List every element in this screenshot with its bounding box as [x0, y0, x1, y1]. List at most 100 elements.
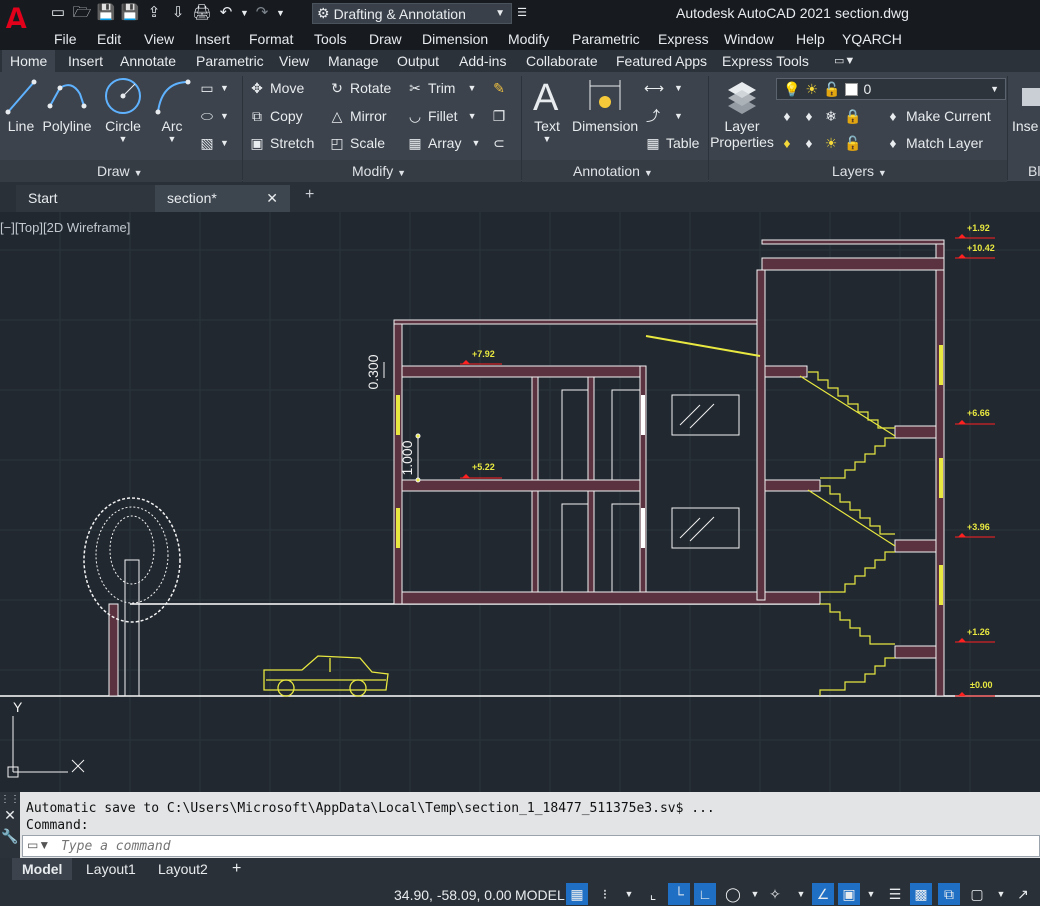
mirror-tool[interactable]: △ Mirror: [328, 106, 387, 126]
menu-draw[interactable]: Draw: [369, 31, 402, 47]
tab-express-tools[interactable]: Express Tools: [714, 50, 817, 72]
new-tab-plus-icon[interactable]: +: [305, 186, 314, 204]
array-tool[interactable]: ▦ Array ▼: [406, 133, 480, 153]
file-tab-section[interactable]: section* ✕: [155, 185, 290, 212]
text-tool[interactable]: A Text ▼: [528, 76, 566, 144]
leader-tool[interactable]: ⤴ ▼: [644, 106, 683, 126]
chevron-down-icon[interactable]: ▼: [790, 883, 812, 905]
tab-annotate[interactable]: Annotate: [112, 50, 184, 72]
menu-modify[interactable]: Modify: [508, 31, 549, 47]
copy-tool[interactable]: ⧉ Copy: [248, 106, 303, 126]
menu-edit[interactable]: Edit: [97, 31, 121, 47]
menu-tools[interactable]: Tools: [314, 31, 347, 47]
save-to-web-icon[interactable]: ⇩: [168, 3, 188, 23]
ucs-dynamic-icon[interactable]: ↗: [1012, 883, 1034, 905]
drawing-svg[interactable]: 0.300 1.000 +7.92 +5.22 +1.92 +10.42 +6.…: [0, 212, 1040, 792]
chevron-down-icon[interactable]: ▼: [618, 883, 640, 905]
viewport-controls[interactable]: [−][Top][2D Wireframe]: [0, 220, 130, 235]
infer-constraints-icon[interactable]: ⌞: [642, 883, 664, 905]
menu-help[interactable]: Help: [796, 31, 825, 47]
dimension-tool[interactable]: Dimension: [572, 76, 638, 134]
layer-properties-tool[interactable]: Layer Properties: [710, 76, 774, 150]
layer-dropdown[interactable]: 💡 ☀ 🔓 0 ▼: [776, 78, 1006, 100]
erase-tool[interactable]: ✎: [490, 78, 508, 98]
tab-layout2[interactable]: Layout2: [148, 858, 218, 880]
command-prompt-icon[interactable]: ▭▼: [27, 838, 50, 852]
menu-yqarch[interactable]: YQARCH: [842, 31, 902, 47]
menu-insert[interactable]: Insert: [195, 31, 230, 47]
arc-tool[interactable]: Arc ▼: [152, 76, 192, 144]
insert-block-tool[interactable]: Inse: [1012, 76, 1040, 134]
dynamic-input-icon[interactable]: └: [668, 883, 690, 905]
tab-view[interactable]: View: [271, 50, 317, 72]
tab-output[interactable]: Output: [389, 50, 447, 72]
undo-icon[interactable]: ↶: [216, 3, 236, 23]
hatch-tool[interactable]: ▧ ▼: [198, 133, 229, 153]
layer-tools-row-2[interactable]: ♦ ♦ ☀ 🔓: [778, 133, 862, 153]
redo-dropdown-icon[interactable]: ▼: [276, 3, 285, 23]
linear-dim-tool[interactable]: ⟷ ▼: [644, 78, 683, 98]
menu-format[interactable]: Format: [249, 31, 293, 47]
circle-tool[interactable]: Circle ▼: [100, 76, 146, 144]
scale-tool[interactable]: ◰ Scale: [328, 133, 385, 153]
tab-featured-apps[interactable]: Featured Apps: [608, 50, 715, 72]
command-input-box[interactable]: ▭▼: [22, 835, 1040, 857]
file-tab-start[interactable]: Start: [16, 185, 156, 212]
tab-model[interactable]: Model: [12, 858, 73, 880]
drawing-canvas[interactable]: 0.300 1.000 +7.92 +5.22 +1.92 +10.42 +6.…: [0, 212, 1040, 792]
wrench-icon[interactable]: 🔧: [0, 828, 20, 845]
isodraft-icon[interactable]: ✧: [764, 883, 786, 905]
tab-insert[interactable]: Insert: [60, 50, 111, 72]
ribbon-minimize-icon[interactable]: ▭▼: [826, 50, 862, 72]
tab-layout1[interactable]: Layout1: [76, 858, 146, 880]
modify-panel-title[interactable]: Modify ▼: [352, 163, 406, 179]
lineweight-icon[interactable]: ☰: [884, 883, 906, 905]
coordinate-readout[interactable]: 34.90, -58.09, 0.00: [394, 887, 512, 903]
model-space-button[interactable]: MODEL: [515, 887, 565, 903]
stretch-tool[interactable]: ▣ Stretch: [248, 133, 314, 153]
workspace-switcher[interactable]: ⚙ Drafting & Annotation ▼: [312, 3, 512, 24]
tab-collaborate[interactable]: Collaborate: [518, 50, 606, 72]
circle-dropdown-icon[interactable]: ▼: [100, 134, 146, 144]
menu-express[interactable]: Express: [658, 31, 709, 47]
table-tool[interactable]: ▦ Table: [644, 133, 699, 153]
tab-parametric[interactable]: Parametric: [188, 50, 272, 72]
layer-tools-row-1[interactable]: ♦ ♦ ❄ 🔒: [778, 106, 862, 126]
arc-dropdown-icon[interactable]: ▼: [152, 134, 192, 144]
snap-icon[interactable]: ⁝: [594, 883, 616, 905]
ellipse-tool[interactable]: ⬭ ▼: [198, 106, 229, 126]
offset-tool[interactable]: ⊂: [490, 133, 508, 153]
layers-panel-title[interactable]: Layers ▼: [832, 163, 887, 179]
grid-icon[interactable]: ▦: [566, 883, 588, 905]
undo-dropdown-icon[interactable]: ▼: [240, 3, 249, 23]
rotate-tool[interactable]: ↻ Rotate: [328, 78, 391, 98]
close-icon[interactable]: ✕: [0, 807, 20, 824]
tab-manage[interactable]: Manage: [320, 50, 387, 72]
match-layer-tool[interactable]: ♦ Match Layer: [884, 133, 983, 153]
command-line-handle[interactable]: ⋮⋮ ✕ 🔧: [0, 792, 20, 858]
object-snap-icon[interactable]: ▣: [838, 883, 860, 905]
menu-parametric[interactable]: Parametric: [572, 31, 640, 47]
selection-cycling-icon[interactable]: ⧉: [938, 883, 960, 905]
ortho-icon[interactable]: ∟: [694, 883, 716, 905]
line-tool[interactable]: Line: [4, 76, 38, 134]
menu-file[interactable]: File: [54, 31, 77, 47]
transparency-icon[interactable]: ▩: [910, 883, 932, 905]
fillet-tool[interactable]: ◡ Fillet ▼: [406, 106, 477, 126]
polar-tracking-icon[interactable]: ◯: [722, 883, 744, 905]
menu-dimension[interactable]: Dimension: [422, 31, 488, 47]
make-current-tool[interactable]: ♦ Make Current: [884, 106, 990, 126]
explode-tool[interactable]: ❐: [490, 106, 508, 126]
redo-icon[interactable]: ↷: [252, 3, 272, 23]
3d-object-snap-icon[interactable]: ▢: [966, 883, 988, 905]
tab-home[interactable]: Home: [2, 50, 56, 72]
menu-window[interactable]: Window: [724, 31, 774, 47]
block-panel-title[interactable]: Bl: [1028, 163, 1040, 179]
tab-add-ins[interactable]: Add-ins: [451, 50, 514, 72]
move-tool[interactable]: ✥ Move: [248, 78, 304, 98]
menu-view[interactable]: View: [144, 31, 174, 47]
trim-tool[interactable]: ✂ Trim ▼: [406, 78, 476, 98]
save-icon[interactable]: 💾: [96, 3, 116, 23]
chevron-down-icon[interactable]: ▼: [990, 883, 1012, 905]
customize-qat-icon[interactable]: ☰: [512, 3, 532, 23]
